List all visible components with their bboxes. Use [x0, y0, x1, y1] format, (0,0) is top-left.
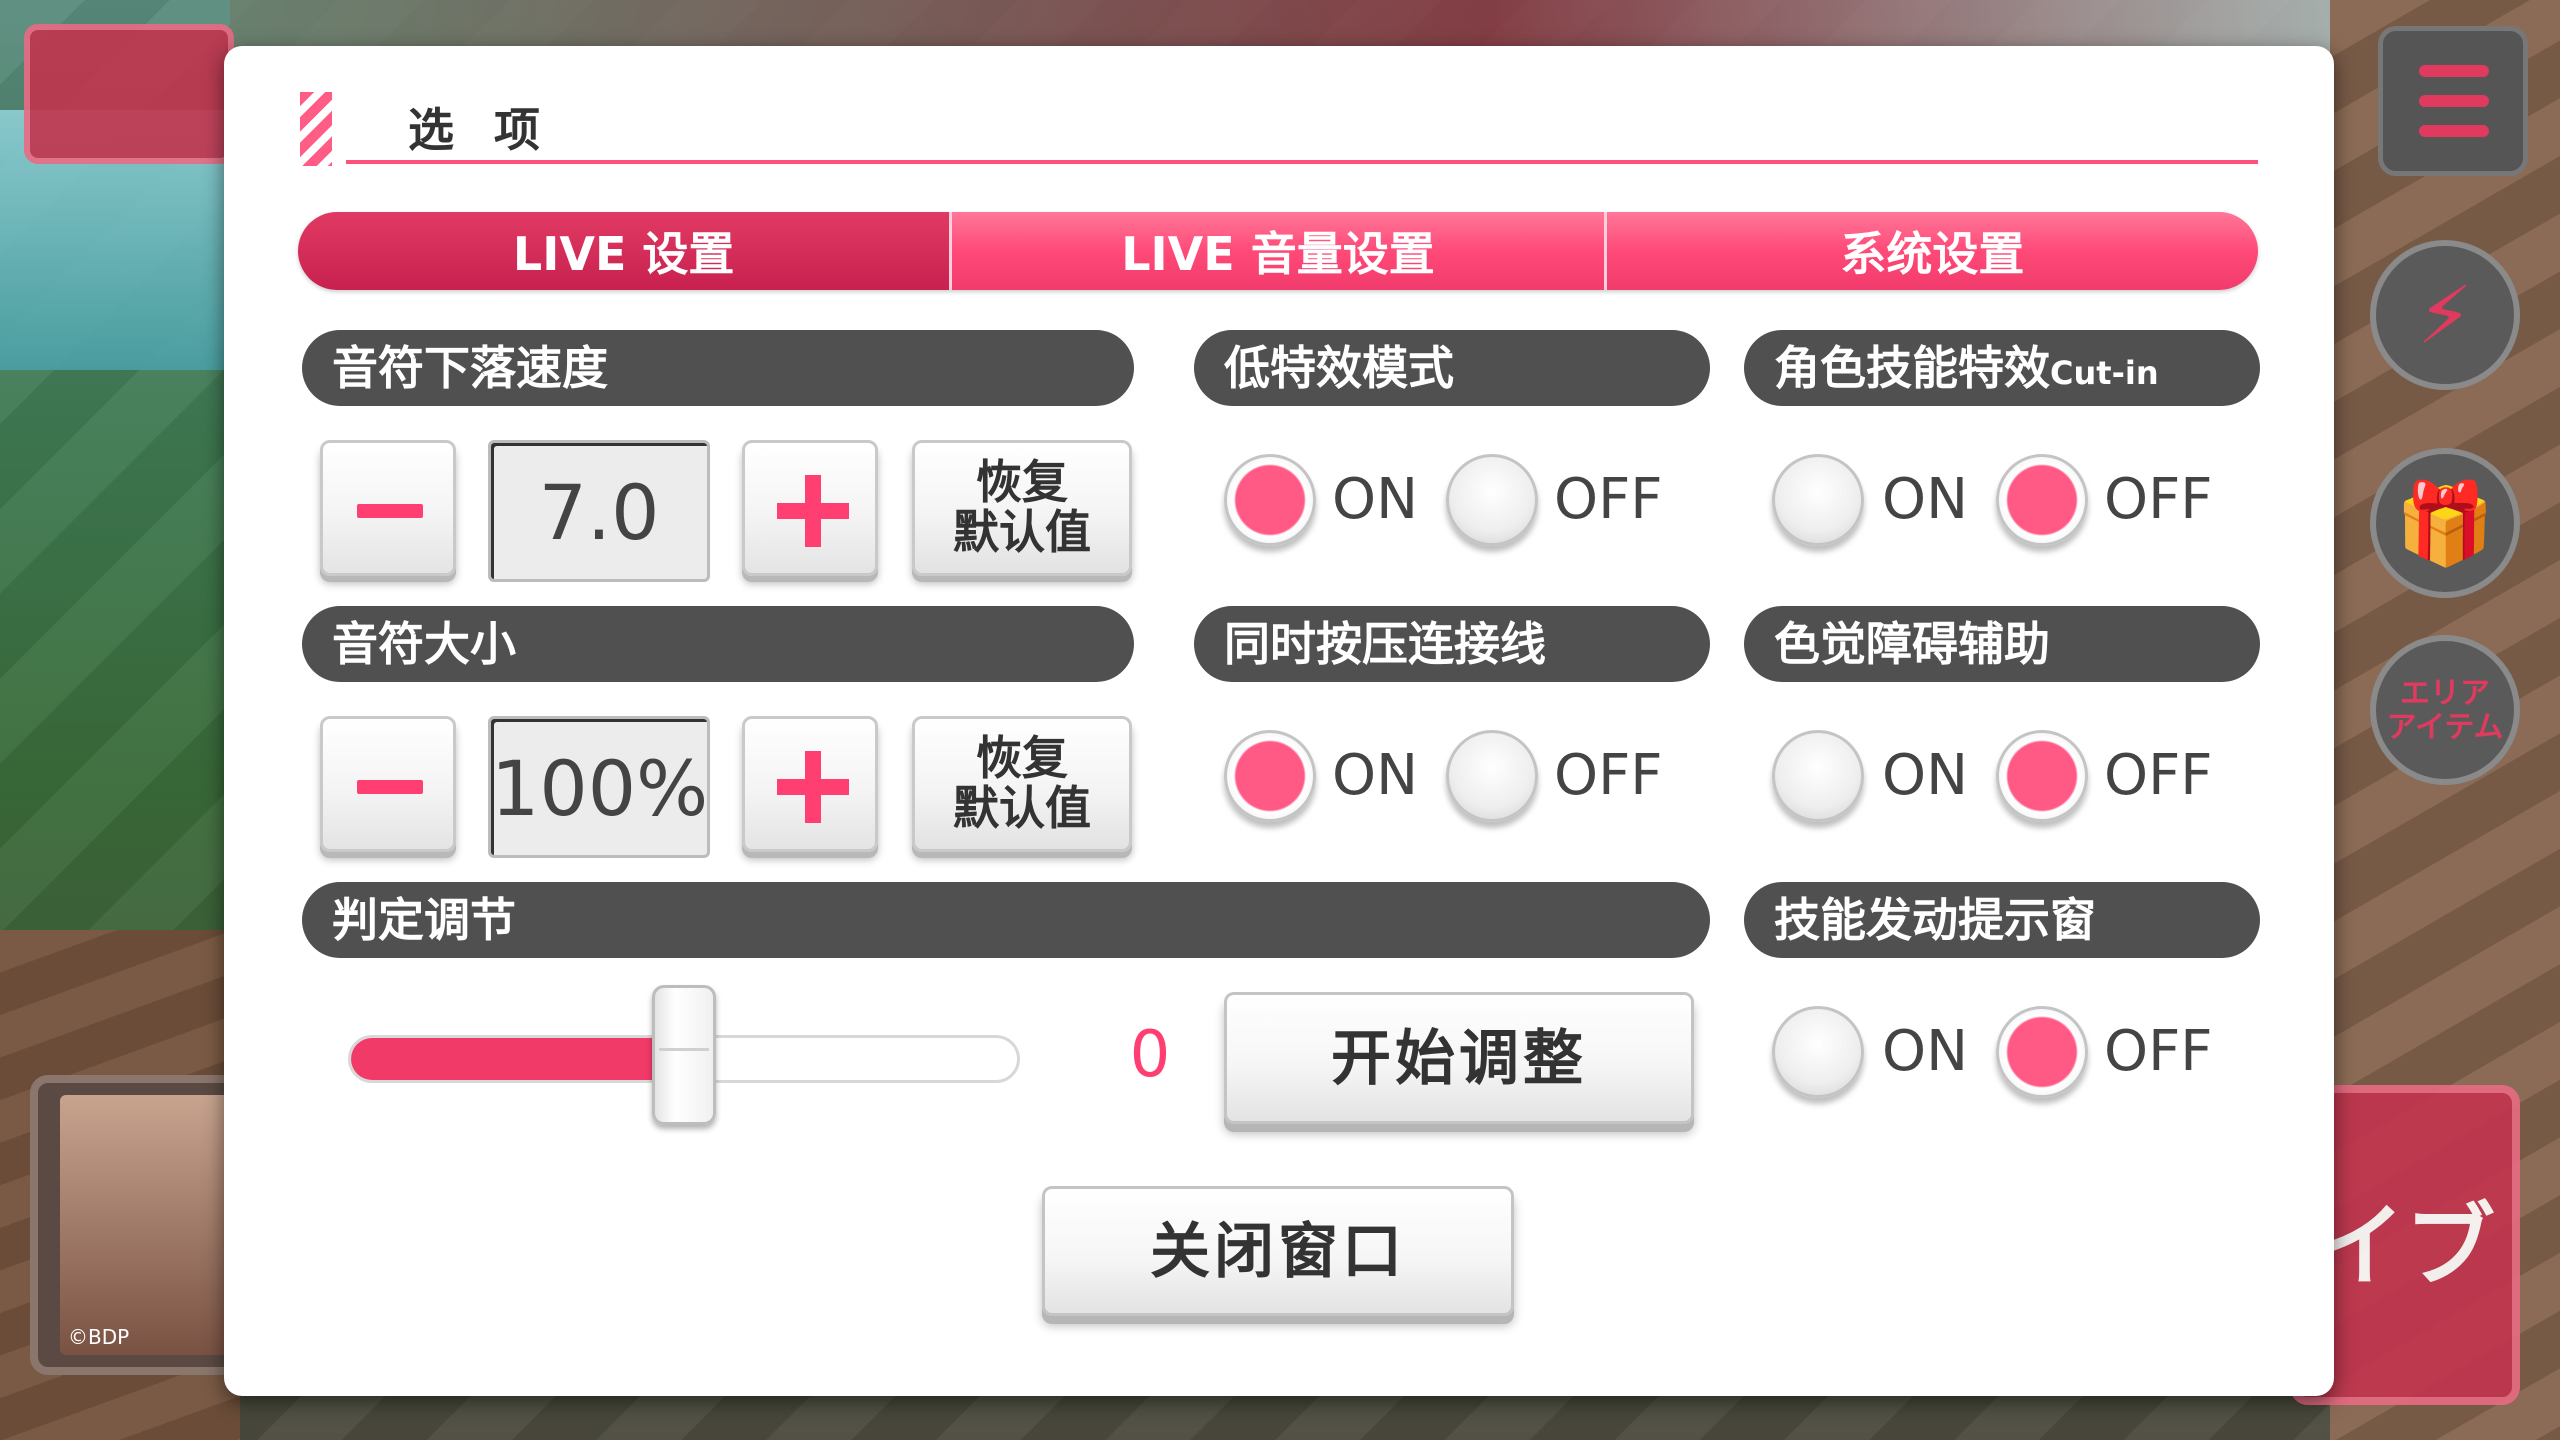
- cutin-header-suffix: Cut-in: [2050, 354, 2159, 392]
- note-size-minus-button[interactable]: [320, 716, 456, 852]
- cutin-header: 角色技能特效Cut-in: [1744, 330, 2260, 406]
- map-button[interactable]: [24, 24, 234, 164]
- simul-line-off-radio[interactable]: [1446, 730, 1538, 822]
- cutin-off-label: OFF: [2104, 467, 2213, 532]
- note-speed-reset-button[interactable]: 恢复 默认值: [912, 440, 1132, 576]
- simul-line-header: 同时按压连接线: [1194, 606, 1710, 682]
- simul-line-on-radio[interactable]: [1224, 730, 1316, 822]
- area-item-button[interactable]: エリア アイテム: [2370, 635, 2520, 785]
- note-size-plus-button[interactable]: [742, 716, 878, 852]
- note-size-value: 100%: [488, 716, 710, 858]
- minus-icon: [357, 504, 423, 518]
- title-underline: [346, 160, 2258, 164]
- judge-adjust-value: 0: [1129, 1018, 1171, 1092]
- colorblind-on-label: ON: [1882, 743, 1968, 808]
- simul-line-on-label: ON: [1332, 743, 1418, 808]
- low-effect-off-label: OFF: [1554, 467, 1663, 532]
- skill-popup-off-radio[interactable]: [1996, 1006, 2088, 1098]
- skill-popup-header: 技能发动提示窗: [1744, 882, 2260, 958]
- options-tabs: LIVE 设置 LIVE 音量设置 系统设置: [298, 212, 2258, 290]
- menu-bar-icon: [2419, 95, 2489, 107]
- start-adjust-button[interactable]: 开始调整: [1224, 992, 1694, 1124]
- skill-popup-on-label: ON: [1882, 1019, 1968, 1084]
- note-speed-minus-button[interactable]: [320, 440, 456, 576]
- judge-adjust-slider-fill: [351, 1038, 687, 1080]
- live-button-label: イブ: [2315, 1194, 2495, 1299]
- dialog-title: 选项: [408, 103, 580, 157]
- skill-hud-button[interactable]: ⚡: [2370, 240, 2520, 390]
- note-speed-header: 音符下落速度: [302, 330, 1134, 406]
- cutin-on-label: ON: [1882, 467, 1968, 532]
- note-speed-plus-button[interactable]: [742, 440, 878, 576]
- low-effect-off-radio[interactable]: [1446, 454, 1538, 546]
- tab-live-settings[interactable]: LIVE 设置: [298, 212, 950, 290]
- note-size-reset-button[interactable]: 恢复 默认值: [912, 716, 1132, 852]
- note-speed-value: 7.0: [488, 440, 710, 582]
- character-portrait: ©BDP: [60, 1095, 230, 1355]
- tab-live-volume-settings[interactable]: LIVE 音量设置: [949, 212, 1604, 290]
- simul-line-off-label: OFF: [1554, 743, 1663, 808]
- title-stripe-decoration: [300, 92, 332, 166]
- card-credit-text: ©BDP: [68, 1325, 130, 1349]
- colorblind-off-radio[interactable]: [1996, 730, 2088, 822]
- low-effect-on-radio[interactable]: [1224, 454, 1316, 546]
- menu-bar-icon: [2419, 125, 2489, 137]
- colorblind-on-radio[interactable]: [1772, 730, 1864, 822]
- judge-adjust-header: 判定调节: [302, 882, 1710, 958]
- cutin-off-radio[interactable]: [1996, 454, 2088, 546]
- plus-icon: [805, 751, 821, 823]
- note-size-header: 音符大小: [302, 606, 1134, 682]
- close-window-button[interactable]: 关闭窗口: [1042, 1186, 1514, 1316]
- judge-adjust-slider-thumb[interactable]: [652, 985, 716, 1125]
- gift-hud-button[interactable]: 🎁: [2370, 448, 2520, 598]
- gift-icon: 🎁: [2395, 477, 2495, 570]
- minus-icon: [357, 780, 423, 794]
- menu-bar-icon: [2419, 65, 2489, 77]
- cutin-header-label: 角色技能特效: [1774, 341, 2050, 395]
- hamburger-menu-button[interactable]: [2378, 26, 2528, 176]
- skill-popup-off-label: OFF: [2104, 1019, 2213, 1084]
- skill-popup-on-radio[interactable]: [1772, 1006, 1864, 1098]
- cutin-on-radio[interactable]: [1772, 454, 1864, 546]
- plus-icon: [805, 475, 821, 547]
- lightning-icon: ⚡: [2416, 269, 2474, 362]
- tab-system-settings[interactable]: 系统设置: [1603, 212, 2258, 290]
- colorblind-off-label: OFF: [2104, 743, 2213, 808]
- low-effect-mode-header: 低特效模式: [1194, 330, 1710, 406]
- low-effect-on-label: ON: [1332, 467, 1418, 532]
- colorblind-header: 色觉障碍辅助: [1744, 606, 2260, 682]
